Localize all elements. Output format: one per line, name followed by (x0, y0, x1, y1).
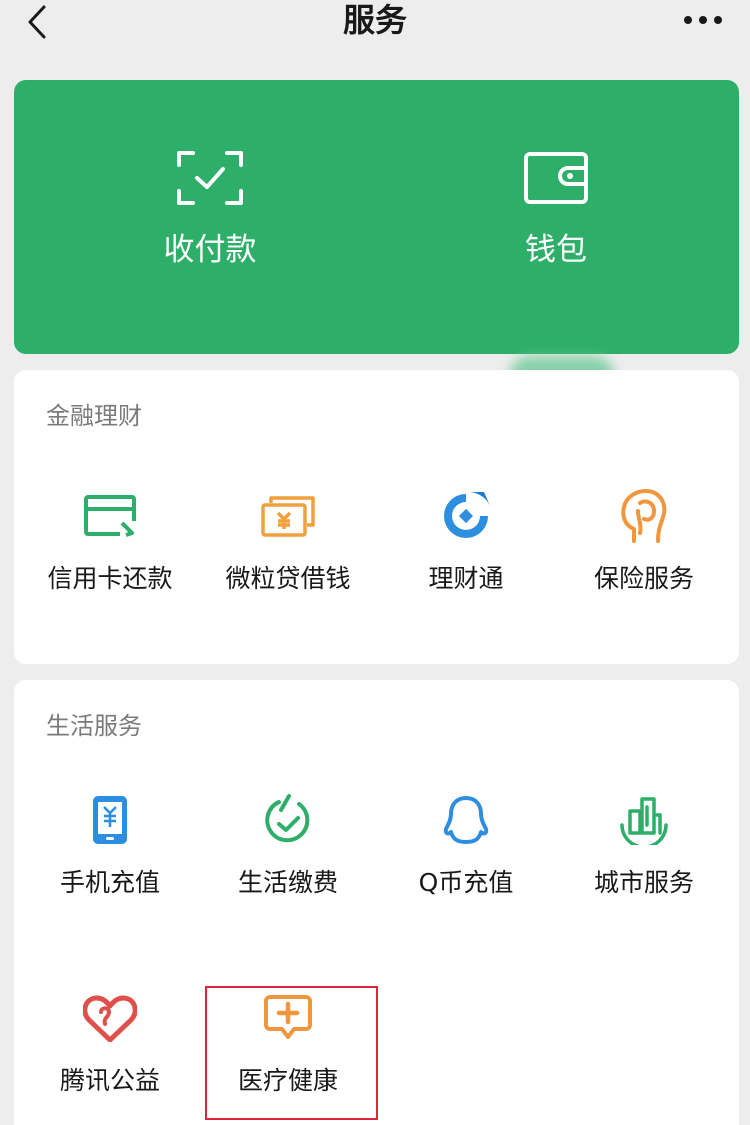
qcoin-recharge-button[interactable]: Q币充值 (376, 792, 556, 922)
pay-receive-button[interactable]: 收付款 (100, 80, 320, 354)
qcoin-recharge-label: Q币充值 (418, 868, 514, 897)
wallet-button[interactable]: 钱包 (446, 80, 666, 354)
page-title: 服务 (342, 1, 407, 39)
weilidai-loan-label: 微粒贷借钱 (225, 564, 351, 593)
city-service-label: 城市服务 (593, 868, 694, 897)
insurance-icon (616, 488, 672, 544)
city-icon (616, 792, 672, 848)
wallet-icon (523, 150, 589, 206)
wealth-icon (438, 488, 494, 544)
tencent-charity-button[interactable]: 腾讯公益 (20, 990, 200, 1120)
utility-payment-label: 生活缴费 (237, 868, 338, 897)
credit-card-repay-button[interactable]: 信用卡还款 (20, 488, 200, 618)
utility-icon (260, 792, 316, 848)
tencent-charity-label: 腾讯公益 (59, 1066, 160, 1095)
qq-icon (438, 792, 494, 848)
utility-payment-button[interactable]: 生活缴费 (198, 792, 378, 922)
phone-recharge-label: 手机充值 (59, 868, 160, 897)
phone-recharge-icon (82, 792, 138, 848)
city-service-button[interactable]: 城市服务 (554, 792, 734, 922)
insurance-service-label: 保险服务 (593, 564, 694, 593)
weilidai-loan-button[interactable]: 微粒贷借钱 (198, 488, 378, 618)
finance-section: 金融理财 信用卡还款 微粒贷借钱 理财通 保险服务 (14, 370, 739, 664)
licaitong-button[interactable]: 理财通 (376, 488, 556, 618)
credit-card-icon (82, 488, 138, 544)
insurance-service-button[interactable]: 保险服务 (554, 488, 734, 618)
charity-heart-icon (82, 990, 138, 1046)
cash-icon (260, 488, 316, 544)
phone-recharge-button[interactable]: 手机充值 (20, 792, 200, 922)
finance-section-title: 金融理财 (46, 402, 142, 430)
pay-wallet-card: 收付款 钱包 (14, 80, 739, 398)
nav-bar: 服务 (0, 0, 750, 44)
more-button[interactable] (678, 4, 728, 36)
highlight-box (205, 986, 378, 1120)
scan-check-icon (177, 150, 243, 206)
wallet-label: 钱包 (525, 232, 587, 268)
life-section-title: 生活服务 (46, 712, 142, 740)
credit-card-repay-label: 信用卡还款 (47, 564, 173, 593)
more-dots-icon (684, 16, 722, 24)
licaitong-label: 理财通 (428, 564, 504, 593)
pay-receive-label: 收付款 (163, 232, 257, 268)
